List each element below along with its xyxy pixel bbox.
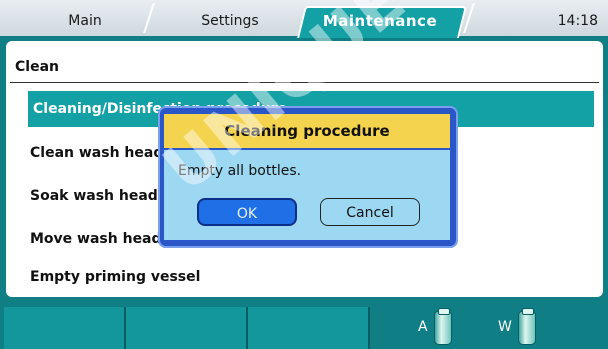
bottle-a-label: A [418, 319, 428, 335]
dialog-message: Empty all bottles. [178, 163, 302, 179]
tab-main[interactable]: Main [30, 9, 140, 33]
section-divider [10, 82, 599, 83]
softkey-2[interactable] [126, 307, 248, 349]
list-item-move-wash-heads[interactable]: Move wash heads [30, 227, 170, 251]
clock: 14:18 [557, 13, 598, 29]
list-item-empty-priming-vessel[interactable]: Empty priming vessel [30, 265, 200, 289]
cancel-button[interactable]: Cancel [320, 198, 420, 226]
cleaning-procedure-dialog: Cleaning procedure Empty all bottles. OK… [158, 106, 458, 248]
tab-maintenance[interactable]: Maintenance [301, 9, 459, 33]
ok-button[interactable]: OK [197, 198, 297, 226]
list-item-soak-wash-heads[interactable]: Soak wash heads [30, 184, 166, 208]
bottle-a-icon [434, 308, 452, 345]
section-title: Clean [15, 59, 59, 75]
softkey-bar: A W [0, 305, 608, 349]
bottle-w-icon [518, 308, 536, 345]
dialog-body: Empty all bottles. OK Cancel [164, 150, 450, 240]
tab-bar: Main Settings Maintenance 14:18 [0, 0, 608, 38]
dialog-title: Cleaning procedure [164, 114, 450, 148]
list-item-clean-wash-heads[interactable]: Clean wash heads [30, 141, 172, 165]
softkey-1[interactable] [4, 307, 126, 349]
tab-separator [143, 3, 155, 33]
tab-settings[interactable]: Settings [165, 9, 295, 33]
bottle-w-label: W [498, 319, 512, 335]
softkey-3[interactable] [248, 307, 370, 349]
